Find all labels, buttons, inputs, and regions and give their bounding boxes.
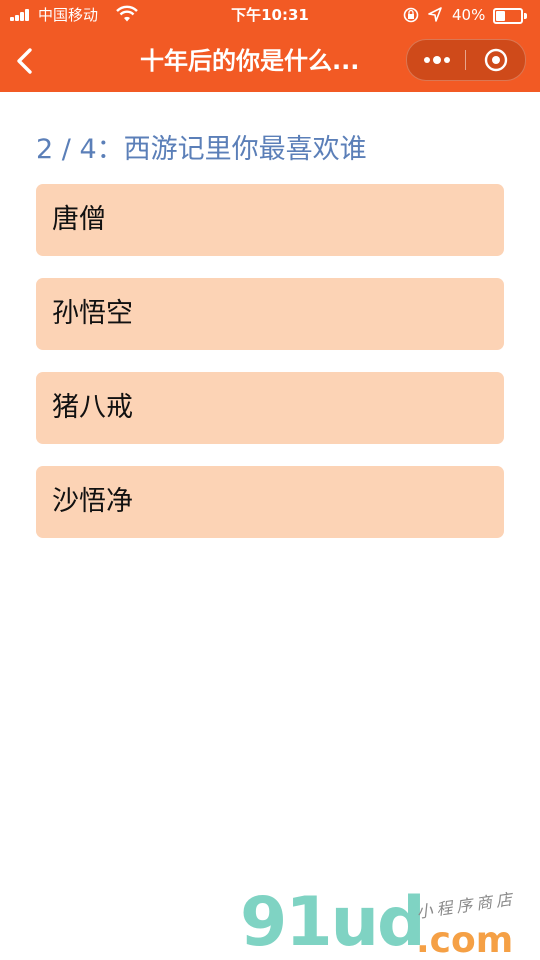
chevron-left-icon <box>17 48 32 74</box>
answer-options: 唐僧 孙悟空 猪八戒 沙悟净 <box>36 184 504 560</box>
question-text: 2 / 4：西游记里你最喜欢谁 <box>36 134 367 165</box>
option-button[interactable]: 唐僧 <box>36 184 504 256</box>
target-close-icon[interactable] <box>467 40 525 80</box>
more-dots-icon[interactable] <box>407 40 465 80</box>
battery-percent: 40% <box>452 6 486 24</box>
battery-icon <box>493 8 527 24</box>
location-arrow-icon <box>428 7 442 22</box>
nav-bar: 十年后的你是什么... <box>0 30 540 92</box>
status-bar: 中国移动 下午10:31 40% <box>0 0 540 30</box>
back-button[interactable] <box>8 42 42 80</box>
watermark-tagline: 小程序商店 <box>415 889 518 922</box>
header: 中国移动 下午10:31 40% 十年后的你是什么... <box>0 0 540 92</box>
quiz-page: 中国移动 下午10:31 40% 十年后的你是什么... 2 / 4：西游记里你… <box>0 0 540 960</box>
option-button[interactable]: 猪八戒 <box>36 372 504 444</box>
watermark-brand: 91ud <box>240 883 426 960</box>
watermark-domain: .com <box>416 920 514 960</box>
capsule-divider <box>465 50 466 70</box>
rotation-lock-icon <box>403 7 419 23</box>
option-button[interactable]: 孙悟空 <box>36 278 504 350</box>
page-title: 十年后的你是什么... <box>140 47 360 75</box>
option-button[interactable]: 沙悟净 <box>36 466 504 538</box>
mini-program-capsule <box>406 39 526 81</box>
watermark-logo: 91ud 小程序商店 .com <box>240 888 540 960</box>
